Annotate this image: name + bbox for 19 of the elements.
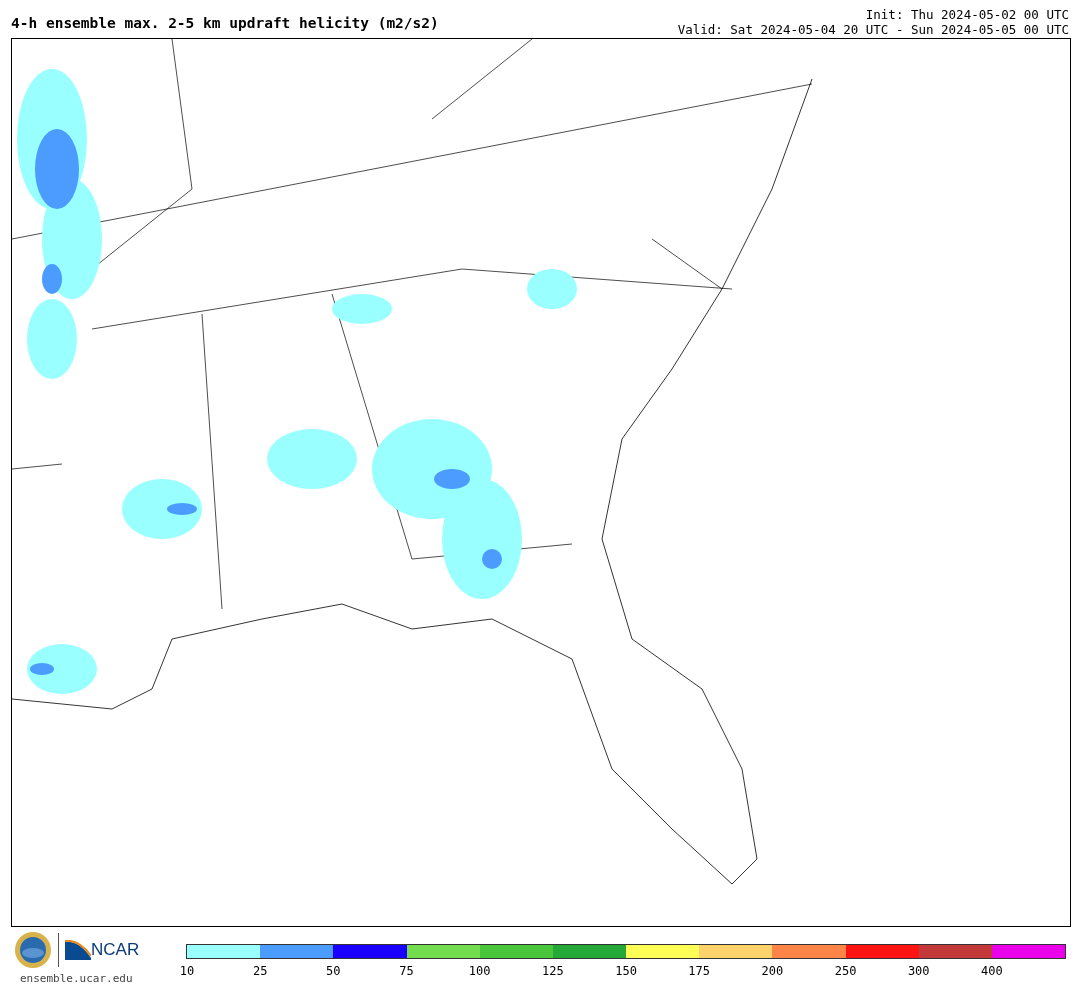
valid-time: Valid: Sat 2024-05-04 20 UTC - Sun 2024-05-05 00 UTC (677, 22, 1069, 37)
init-time: Init: Thu 2024-05-02 00 UTC (864, 7, 1069, 22)
scale-label: 125 (542, 964, 564, 978)
logo-text: NCAR (91, 940, 140, 960)
scale-label: 50 (326, 964, 341, 978)
scale-label: 10 (179, 964, 195, 978)
seal-icon (14, 931, 52, 969)
scale-label: 250 (834, 964, 857, 978)
scale-label: 100 (468, 964, 491, 978)
site-url: ensemble.ucar.edu (19, 972, 134, 985)
scale-label: 25 (252, 964, 268, 978)
swoosh-logo-icon (65, 940, 91, 960)
scale-label: 400 (981, 964, 1003, 978)
chart-title: 4-h ensemble max. 2-5 km updraft helicity (m2/s2) (11, 15, 439, 31)
scale-label: 150 (615, 964, 637, 978)
scale-label: 75 (399, 964, 414, 978)
scale-label: 200 (761, 964, 784, 978)
scale-label: 175 (688, 964, 711, 978)
scale-label: 300 (907, 964, 930, 978)
